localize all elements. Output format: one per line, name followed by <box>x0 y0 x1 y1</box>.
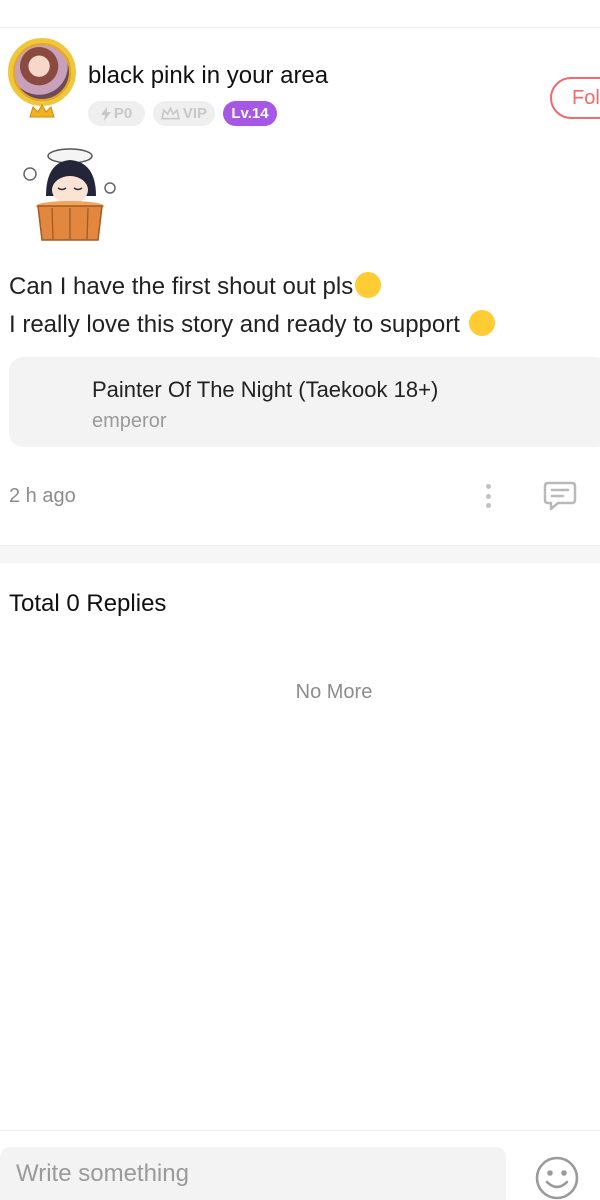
avatar[interactable] <box>2 34 82 138</box>
sticker-image <box>23 148 116 241</box>
book-title: Painter Of The Night (Taekook 18+) <box>92 377 439 402</box>
comment-line-2: I really love this story and ready to su… <box>9 306 495 344</box>
comment-text: Can I have the first shout out pls I rea… <box>9 268 495 344</box>
post-time: 2 h ago <box>9 485 76 507</box>
crown-icon <box>161 107 180 120</box>
kissing-face-emoji <box>355 272 382 298</box>
lightning-icon <box>100 106 111 121</box>
vip-badge-label: VIP <box>182 105 207 122</box>
follow-button[interactable]: Fol <box>550 77 600 119</box>
level-badge: Lv.14 <box>223 101 277 126</box>
no-more-text: No More <box>295 681 373 703</box>
emoji-smile-icon[interactable] <box>534 1155 580 1200</box>
comment-line-1: Can I have the first shout out pls <box>9 268 495 306</box>
top-bar <box>0 0 600 28</box>
vip-badge: VIP <box>153 101 215 126</box>
comment-icon[interactable] <box>542 478 578 514</box>
book-card[interactable]: Painter Of The Night (Taekook 18+) emper… <box>9 357 600 447</box>
power-badge: P0 <box>88 101 145 126</box>
comment-composer <box>0 1130 600 1200</box>
username[interactable]: black pink in your area <box>88 62 328 90</box>
avatar-image <box>8 38 76 106</box>
book-author: emperor <box>92 410 167 432</box>
user-badges: P0 VIP Lv.14 <box>88 101 277 126</box>
replies-title: Total 0 Replies <box>9 590 167 617</box>
avatar-crown-icon <box>29 104 55 118</box>
more-vertical-icon[interactable] <box>478 481 498 511</box>
power-badge-label: P0 <box>113 105 133 122</box>
write-input[interactable] <box>0 1147 506 1200</box>
section-divider <box>0 545 600 563</box>
steaming-face-emoji <box>468 310 495 336</box>
